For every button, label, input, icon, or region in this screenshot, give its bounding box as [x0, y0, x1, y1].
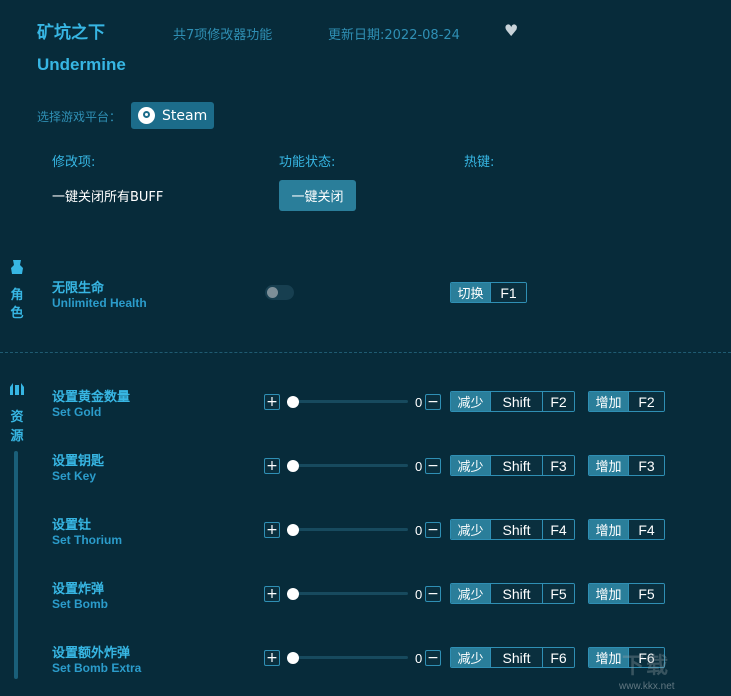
increase-button[interactable]: +: [264, 522, 280, 538]
update-date: 更新日期:2022-08-24: [328, 28, 460, 43]
hotkey-key: F2: [628, 392, 664, 411]
set-bomb-name-cn: 设置炸弹: [52, 582, 105, 597]
slider-value: 0: [415, 587, 423, 602]
hotkey-toggle-label: 切换: [451, 283, 490, 302]
column-header-hotkey: 热键:: [464, 155, 495, 170]
increase-hotkey[interactable]: 增加 F2: [588, 391, 665, 412]
section-divider: [0, 352, 731, 353]
hotkey-decrease-label: 减少: [451, 520, 490, 539]
unlimited-health-name-en: Unlimited Health: [52, 296, 147, 310]
steam-icon: [138, 107, 155, 124]
decrease-button[interactable]: −: [425, 650, 441, 666]
increase-hotkey[interactable]: 增加 F3: [588, 455, 665, 476]
slider-handle[interactable]: [287, 460, 299, 472]
unlimited-health-name-cn: 无限生命: [52, 281, 105, 296]
watermark-url: www.kkx.net: [619, 681, 675, 692]
game-title-en: Undermine: [37, 55, 126, 74]
game-title-cn: 矿坑之下: [37, 23, 105, 43]
slider-track[interactable]: [293, 528, 408, 531]
hotkey-decrease-label: 减少: [451, 456, 490, 475]
decrease-button[interactable]: −: [425, 586, 441, 602]
category-resource-label-2: 源: [10, 429, 24, 444]
hotkey-key: F3: [542, 456, 574, 475]
feature-count: 共7项修改器功能: [173, 28, 273, 43]
increase-button[interactable]: +: [264, 394, 280, 410]
slider-track[interactable]: [293, 656, 408, 659]
increase-button[interactable]: +: [264, 458, 280, 474]
increase-button[interactable]: +: [264, 586, 280, 602]
increase-button[interactable]: +: [264, 650, 280, 666]
decrease-hotkey[interactable]: 减少 Shift F4: [450, 519, 575, 540]
decrease-button[interactable]: −: [425, 394, 441, 410]
scrollbar[interactable]: [14, 451, 18, 679]
category-role-label-1: 角: [10, 288, 24, 303]
slider-value: 0: [415, 395, 423, 410]
slider-value: 0: [415, 459, 423, 474]
hotkey-key: F2: [542, 392, 574, 411]
slider-handle[interactable]: [287, 396, 299, 408]
set-key-name-cn: 设置钥匙: [52, 454, 105, 469]
toggle-knob: [267, 287, 278, 298]
set-thorium-name-cn: 设置钍: [52, 518, 92, 533]
slider-track[interactable]: [293, 400, 408, 403]
hotkey-decrease-label: 减少: [451, 392, 490, 411]
slider-handle[interactable]: [287, 524, 299, 536]
set-bomb-extra-name-en: Set Bomb Extra: [52, 661, 142, 675]
heart-icon[interactable]: ♥: [504, 21, 518, 40]
hotkey-key: F5: [542, 584, 574, 603]
decrease-hotkey[interactable]: 减少 Shift F3: [450, 455, 575, 476]
slider-handle[interactable]: [287, 588, 299, 600]
category-role-label-2: 色: [10, 306, 24, 321]
close-all-buff-label: 一键关闭所有BUFF: [52, 190, 164, 205]
hotkey-increase-label: 增加: [589, 392, 628, 411]
hotkey-modifier: Shift: [490, 392, 542, 411]
decrease-hotkey[interactable]: 减少 Shift F2: [450, 391, 575, 412]
unlimited-health-hotkey[interactable]: 切换 F1: [450, 282, 527, 303]
hotkey-increase-label: 增加: [589, 584, 628, 603]
hotkey-key: F4: [628, 520, 664, 539]
steam-platform-button[interactable]: Steam: [131, 102, 214, 129]
slider-track[interactable]: [293, 592, 408, 595]
column-header-mod: 修改项:: [52, 155, 96, 170]
hotkey-increase-label: 增加: [589, 456, 628, 475]
decrease-hotkey[interactable]: 减少 Shift F6: [450, 647, 575, 668]
hotkey-increase-label: 增加: [589, 520, 628, 539]
set-gold-name-en: Set Gold: [52, 405, 102, 419]
character-icon: [11, 260, 23, 274]
watermark-logo: 下载: [622, 654, 671, 679]
resource-icon: [10, 383, 24, 395]
hotkey-key: F4: [542, 520, 574, 539]
decrease-hotkey[interactable]: 减少 Shift F5: [450, 583, 575, 604]
increase-hotkey[interactable]: 增加 F4: [588, 519, 665, 540]
slider-value: 0: [415, 523, 423, 538]
increase-hotkey[interactable]: 增加 F5: [588, 583, 665, 604]
slider-value: 0: [415, 651, 423, 666]
hotkey-key: F3: [628, 456, 664, 475]
hotkey-modifier: Shift: [490, 648, 542, 667]
close-all-buff-button[interactable]: 一键关闭: [279, 180, 356, 211]
set-thorium-name-en: Set Thorium: [52, 533, 123, 547]
category-resource-label-1: 资: [10, 410, 24, 425]
hotkey-modifier: Shift: [490, 584, 542, 603]
set-key-name-en: Set Key: [52, 469, 97, 483]
decrease-button[interactable]: −: [425, 522, 441, 538]
steam-label: Steam: [162, 107, 208, 124]
unlimited-health-toggle[interactable]: [265, 285, 294, 300]
hotkey-key: F6: [542, 648, 574, 667]
hotkey-decrease-label: 减少: [451, 584, 490, 603]
hotkey-modifier: Shift: [490, 456, 542, 475]
platform-label: 选择游戏平台：: [37, 110, 122, 124]
decrease-button[interactable]: −: [425, 458, 441, 474]
hotkey-key: F1: [490, 283, 526, 302]
slider-handle[interactable]: [287, 652, 299, 664]
hotkey-modifier: Shift: [490, 520, 542, 539]
column-header-status: 功能状态:: [279, 155, 336, 170]
set-bomb-name-en: Set Bomb: [52, 597, 109, 611]
hotkey-decrease-label: 减少: [451, 648, 490, 667]
hotkey-key: F5: [628, 584, 664, 603]
set-gold-name-cn: 设置黄金数量: [52, 390, 131, 405]
slider-track[interactable]: [293, 464, 408, 467]
set-bomb-extra-name-cn: 设置额外炸弹: [52, 646, 131, 661]
